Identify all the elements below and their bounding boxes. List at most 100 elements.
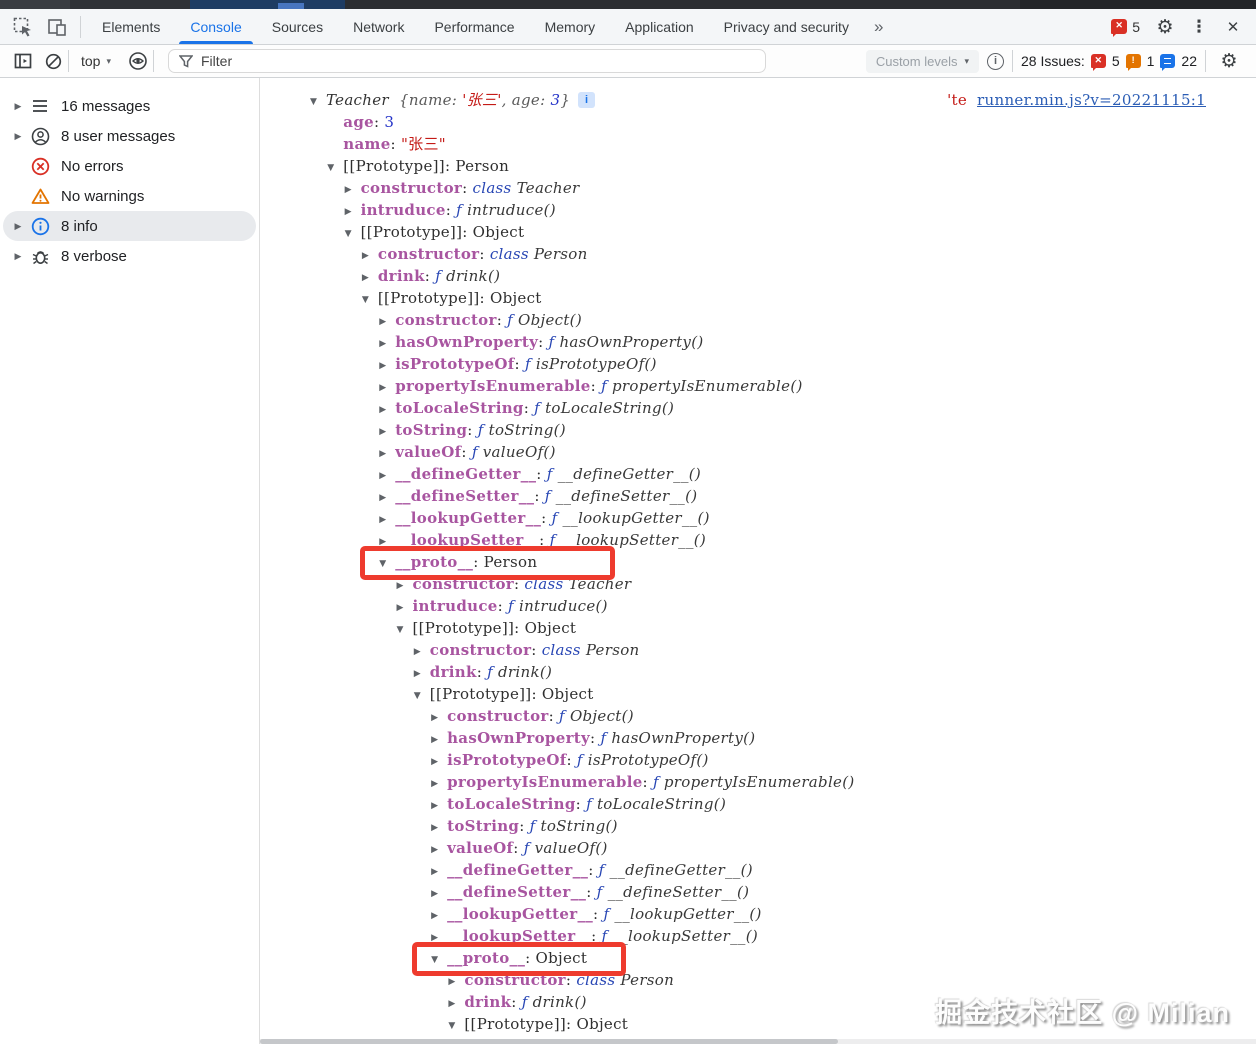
more-tabs-button[interactable]: » <box>864 9 893 44</box>
expand-arrow-icon[interactable]: ▶ <box>414 663 430 685</box>
tab-network[interactable]: Network <box>338 9 419 44</box>
expand-arrow-icon[interactable]: ▶ <box>379 465 395 487</box>
tree-row-highlighted: ▼ __proto__: Object <box>260 942 1256 976</box>
tab-list: Elements Console Sources Network Performance… <box>87 9 864 44</box>
expand-arrow-icon[interactable]: ▶ <box>379 399 395 421</box>
collapse-arrow-icon[interactable]: ▼ <box>345 223 361 245</box>
list-icon <box>29 95 51 117</box>
sidebar-item-no-warnings[interactable]: No warnings <box>3 181 256 211</box>
tree-row-text: __defineGetter__: ƒ __defineGetter__() <box>447 861 753 879</box>
sidebar-item-8-info[interactable]: ▶ 8 info <box>3 211 256 241</box>
sidebar-item-label: No errors <box>61 157 124 175</box>
expand-arrow-icon[interactable]: ▶ <box>431 729 447 751</box>
tab-performance[interactable]: Performance <box>419 9 529 44</box>
source-file-link[interactable]: runner.min.js?v=20221115:1 <box>977 91 1206 109</box>
scrollbar-thumb[interactable] <box>260 1039 838 1044</box>
expand-arrow-icon[interactable]: ▶ <box>362 245 378 267</box>
console-sidebar-toggle-icon[interactable] <box>8 48 38 74</box>
console-settings-gear-icon[interactable]: ⚙ <box>1214 47 1244 75</box>
close-devtools-icon[interactable]: ✕ <box>1218 13 1248 41</box>
inspect-element-icon[interactable] <box>6 13 40 41</box>
expand-arrow-icon[interactable]: ▶ <box>431 883 447 905</box>
expand-arrow-icon[interactable]: ▶ <box>11 251 25 262</box>
toolbar-separator <box>153 50 154 72</box>
expand-arrow-icon[interactable]: ▶ <box>11 101 25 112</box>
device-toolbar-icon[interactable] <box>40 13 74 41</box>
expand-arrow-icon[interactable]: ▶ <box>379 333 395 355</box>
tree-row: age: 3 <box>260 111 1256 133</box>
expand-arrow-icon[interactable]: ▶ <box>345 201 361 223</box>
filter-input[interactable]: Filter <box>168 49 766 73</box>
tab-privacy-and-security[interactable]: Privacy and security <box>709 9 864 44</box>
expand-arrow-icon[interactable]: ▶ <box>11 131 25 142</box>
arrow-spacer <box>327 135 343 157</box>
sidebar-item-8-verbose[interactable]: ▶ 8 verbose <box>3 241 256 271</box>
collapse-arrow-icon[interactable]: ▼ <box>431 949 447 971</box>
expand-arrow-icon[interactable]: ▶ <box>379 355 395 377</box>
expand-arrow-icon[interactable]: ▶ <box>379 509 395 531</box>
collapse-arrow-icon[interactable]: ▼ <box>362 289 378 311</box>
expand-arrow-icon[interactable]: ▶ <box>431 773 447 795</box>
live-expression-eye-icon[interactable] <box>123 48 153 74</box>
expand-arrow-icon[interactable]: ▶ <box>397 597 413 619</box>
collapse-arrow-icon[interactable]: ▼ <box>448 1015 464 1037</box>
settings-gear-icon[interactable]: ⚙ <box>1150 13 1180 41</box>
sidebar-item-8-user-messages[interactable]: ▶ 8 user messages <box>3 121 256 151</box>
tree-row: ▶ toLocaleString: ƒ toLocaleString() <box>260 793 1256 815</box>
expand-arrow-icon[interactable]: ▶ <box>379 487 395 509</box>
expand-arrow-icon[interactable]: ▶ <box>11 221 25 232</box>
clear-console-icon[interactable] <box>38 48 68 74</box>
kebab-menu-icon[interactable]: ⋮ <box>1184 13 1214 41</box>
log-levels-dropdown[interactable]: Custom levels ▾ <box>865 49 979 73</box>
tab-memory[interactable]: Memory <box>530 9 611 44</box>
javascript-context-dropdown[interactable]: top ▾ <box>69 53 123 69</box>
user-icon <box>29 125 51 147</box>
tab-application[interactable]: Application <box>610 9 709 44</box>
toolbar-right-controls: Custom levels ▾ i 28 Issues: ✕ 5 ! 1 22 … <box>865 47 1248 75</box>
expand-arrow-icon[interactable]: ▶ <box>431 861 447 883</box>
collapse-arrow-icon[interactable]: ▼ <box>379 553 395 575</box>
expand-arrow-icon[interactable]: ▶ <box>448 993 464 1015</box>
expand-arrow-icon[interactable]: ▶ <box>431 905 447 927</box>
tree-row: ▼ [[Prototype]]: Person <box>260 155 1256 177</box>
tree-row: ▼ [[Prototype]]: Object <box>260 221 1256 243</box>
tree-row: ▶ __defineSetter__: ƒ __defineSetter__() <box>260 881 1256 903</box>
expand-arrow-icon[interactable]: ▶ <box>431 751 447 773</box>
tree-row: ▶ intruduce: ƒ intruduce() <box>260 595 1256 617</box>
expand-arrow-icon[interactable]: ▶ <box>431 839 447 861</box>
horizontal-scrollbar[interactable] <box>260 1039 1256 1044</box>
tab-sources[interactable]: Sources <box>257 9 338 44</box>
tab-console[interactable]: Console <box>175 9 256 44</box>
expand-arrow-icon[interactable]: ▶ <box>431 707 447 729</box>
sidebar-item-16-messages[interactable]: ▶ 16 messages <box>3 91 256 121</box>
chevron-down-icon: ▾ <box>106 55 111 66</box>
expand-arrow-icon[interactable]: ▶ <box>362 267 378 289</box>
devtools-tabbar: Elements Console Sources Network Performance… <box>0 9 1256 45</box>
tree-row: ▼ [[Prototype]]: Object <box>260 617 1256 639</box>
tab-elements[interactable]: Elements <box>87 9 175 44</box>
expand-arrow-icon[interactable]: ▶ <box>379 421 395 443</box>
tree-row-highlighted: ▼ __proto__: Person <box>260 546 1256 580</box>
sidebar-item-no-errors[interactable]: No errors <box>3 151 256 181</box>
value-info-badge-icon[interactable]: i <box>578 92 596 108</box>
tree-row-text: __lookupGetter__: ƒ __lookupGetter__() <box>395 509 710 527</box>
expand-arrow-icon[interactable]: ▶ <box>431 817 447 839</box>
expand-arrow-icon[interactable]: ▶ <box>379 377 395 399</box>
collapse-arrow-icon[interactable]: ▼ <box>310 91 326 113</box>
expand-arrow-icon[interactable]: ▶ <box>345 179 361 201</box>
expand-arrow-icon[interactable]: ▶ <box>414 641 430 663</box>
expand-arrow-icon[interactable]: ▶ <box>431 795 447 817</box>
collapse-arrow-icon[interactable]: ▼ <box>327 157 343 179</box>
collapse-arrow-icon[interactable]: ▼ <box>397 619 413 641</box>
issues-counter[interactable]: 28 Issues: ✕ 5 ! 1 22 <box>1021 53 1197 71</box>
tree-row-text: [[Prototype]]: Object <box>377 289 542 307</box>
info-icon[interactable]: i <box>987 52 1004 70</box>
console-error-counter[interactable]: 5 <box>1105 17 1146 37</box>
tree-row: ▶ __lookupGetter__: ƒ __lookupGetter__() <box>260 507 1256 529</box>
tree-row: ▶ drink: ƒ drink() <box>260 991 1256 1013</box>
context-label: top <box>81 53 101 69</box>
error-icon <box>29 155 51 177</box>
expand-arrow-icon[interactable]: ▶ <box>379 311 395 333</box>
expand-arrow-icon[interactable]: ▶ <box>379 443 395 465</box>
collapse-arrow-icon[interactable]: ▼ <box>414 685 430 707</box>
